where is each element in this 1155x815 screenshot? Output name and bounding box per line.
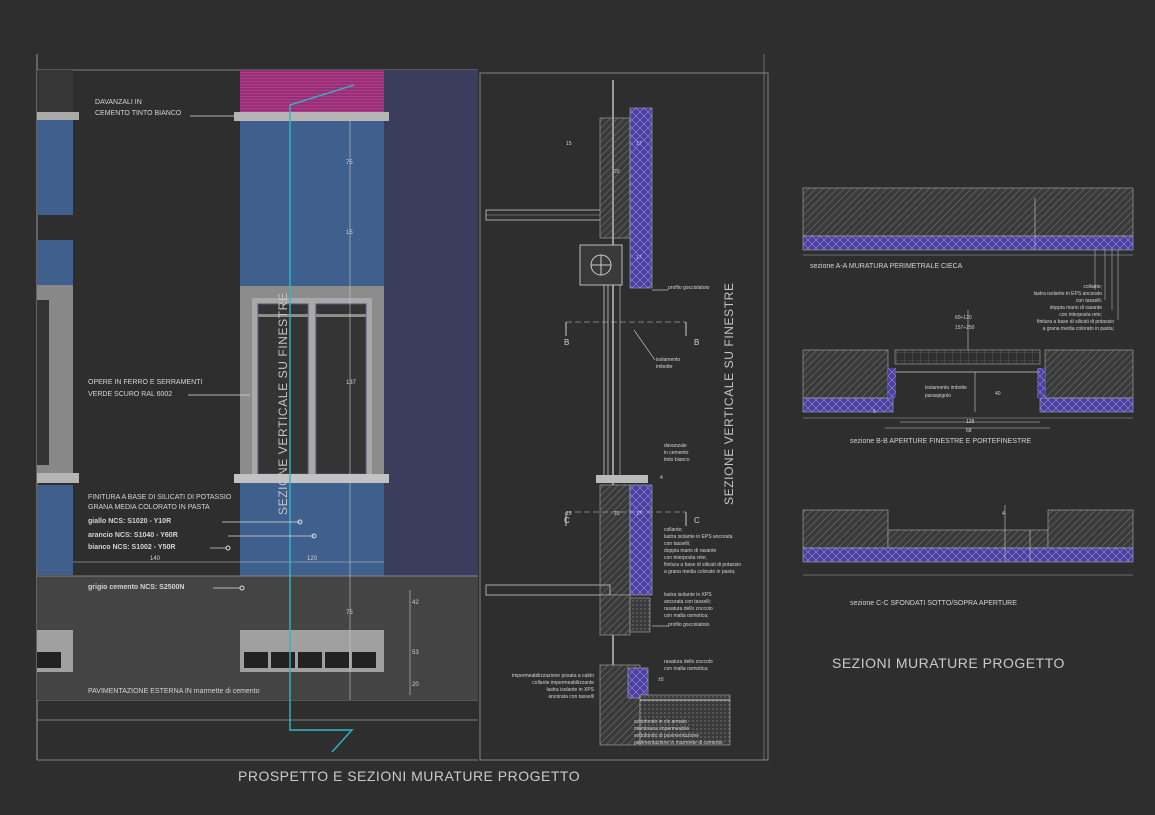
label-xps-3: rasatura dello zoccolo	[664, 606, 713, 612]
r-dim-128: 128	[966, 419, 975, 425]
r-collante-4: doppia mano di rasante	[1049, 305, 1102, 311]
label-grigio: grigio cemento NCS: S2500N	[88, 584, 185, 591]
label-sottofondo-3: sottofondo di pavimentazione	[634, 733, 700, 739]
r-dim-157-250: 157÷250	[955, 325, 975, 331]
label-opere-1: OPERE IN FERRO E SERRAMENTI	[88, 379, 203, 386]
label-impermeab-4: ancorata con tasselli	[548, 694, 594, 700]
label-davanzale-3: tinto bianco	[664, 457, 690, 463]
label-finitura-1: FINITURA A BASE DI SILICATI DI POTASSIO	[88, 494, 232, 501]
r-paraspigolo: paraspigolo	[925, 393, 951, 399]
sec-dim-17c: 17	[636, 511, 642, 517]
label-isolamento-1: isolamento	[656, 357, 681, 363]
sec-dim-17b: 17	[636, 255, 642, 261]
dim-120: 120	[307, 556, 318, 562]
horizontal-sections-drawing	[802, 187, 1134, 576]
sec-dim-15b: 15	[566, 511, 572, 517]
label-rasatura-1: rasatura dello zoccolo	[664, 659, 713, 665]
label-impermeab-1: impermeabilizzazione posata a caldo	[512, 673, 594, 679]
label-xps-1: lastra isolante in XPS	[664, 592, 712, 598]
vertical-title-elevation: SEZIONE VERTICALE SU FINESTRE	[276, 292, 290, 515]
label-bianco: bianco NCS: S1002 - Y50R	[88, 544, 176, 551]
label-collante-7: a grana media colorato in pasta;	[664, 569, 736, 575]
label-davanzali-2: CEMENTO TINTO BIANCO	[95, 110, 182, 117]
label-xps-4: con malta osmotica;	[664, 613, 709, 619]
sec-dim-17: 17	[636, 141, 642, 147]
label-collante-1: collante;	[664, 527, 683, 533]
label-opere-2: VERDE SCURO RAL 6002	[88, 391, 173, 398]
r-dim-40: 40	[995, 391, 1001, 397]
label-sottofondo-1: sottofondo in cls armato	[634, 719, 688, 725]
r-collante-1: collante;	[1083, 284, 1102, 290]
label-impermeab-2: collante impermeabilizzante	[532, 680, 594, 686]
r-dim-4: 4	[1002, 511, 1005, 517]
dim-20: 20	[412, 682, 419, 688]
label-davanzali-1: DAVANZALI IN	[95, 99, 142, 106]
label-profilo-top: profilo gocciolatoio	[668, 285, 710, 291]
r-dim-68: 68	[966, 428, 972, 434]
vertical-title-section: SEZIONE VERTICALE SU FINESTRE	[722, 282, 736, 505]
label-collante-6: finitura a base di silicati di potassio	[664, 562, 741, 568]
label-isolamento-2: imbotte	[656, 364, 673, 370]
label-collante-2: lastra isolante in EPS ancorata	[664, 534, 733, 540]
r-isol-imbotte: isolamento imbotte	[925, 385, 967, 391]
label-pavimentazione: PAVIMENTAZIONE ESTERNA IN marmette di ce…	[88, 688, 260, 695]
label-rasatura-2: con malta osmotica;	[664, 666, 709, 672]
label-collante-4: doppia mano di rasante	[664, 548, 717, 554]
dim-42: 42	[412, 600, 419, 606]
cut-b-left: B	[564, 338, 570, 347]
label-davanzale-2: in cemento	[664, 450, 689, 456]
label-profilo-bottom: profilo gocciolatoio	[668, 622, 710, 628]
label-collante-5: con interposta rete;	[664, 555, 707, 561]
label-finitura-2: GRANA MEDIA COLORATO IN PASTA	[88, 504, 210, 511]
sec-dim-4: 4	[660, 475, 663, 481]
r-dim-60-120: 60÷120	[955, 315, 972, 321]
sec-plus0: ±0	[658, 677, 664, 683]
sec-dim-15: 15	[566, 141, 572, 147]
sec-dim-20b: 20	[614, 511, 620, 517]
label-collante-3: con tasselli;	[664, 541, 691, 547]
label-xps-2: ancorata con tasselli;	[664, 599, 711, 605]
title-left: PROSPETTO E SEZIONI MURATURE PROGETTO	[238, 768, 581, 784]
dim-137: 137	[346, 380, 357, 386]
label-giallo: giallo NCS: S1020 - Y10R	[88, 518, 172, 525]
label-sottofondo-4: pavimentazione in marmette di cemento	[634, 740, 723, 746]
dim-53: 53	[412, 650, 419, 656]
r-collante-7: a grana media colorato in pasta;	[1042, 326, 1114, 332]
title-right: SEZIONI MURATURE PROGETTO	[832, 655, 1065, 671]
cut-c-right: C	[694, 516, 700, 525]
r-dim-5: 5	[873, 409, 876, 415]
label-impermeab-3: lastra isolante in XPS	[546, 687, 594, 693]
label-arancio: arancio NCS: S1040 - Y60R	[88, 532, 178, 539]
dim-15: 15	[346, 230, 353, 236]
label-section-aa: sezione A-A MURATURA PERIMETRALE CIECA	[810, 263, 963, 270]
sec-dim-20: 20	[614, 169, 620, 175]
r-collante-5: con interposta rete;	[1059, 312, 1102, 318]
dim-140: 140	[150, 556, 161, 562]
dim-75: 75	[346, 160, 353, 166]
r-collante-3: con tasselli;	[1075, 298, 1102, 304]
r-collante-2: lastra isolante in EPS ancorato	[1033, 291, 1102, 297]
label-sottofondo-2: membrana impermeabile	[634, 726, 690, 732]
label-section-bb: sezione B-B APERTURE FINESTRE E PORTEFIN…	[850, 438, 1032, 445]
r-collante-6: finitura a base di silicati di potassio	[1037, 319, 1114, 325]
label-section-cc: sezione C-C SFONDATI SOTTO/SOPRA APERTUR…	[850, 600, 1017, 607]
dim-75b: 75	[346, 610, 353, 616]
cut-b-right: B	[694, 338, 700, 347]
label-davanzale-1: davanzale	[664, 443, 687, 449]
